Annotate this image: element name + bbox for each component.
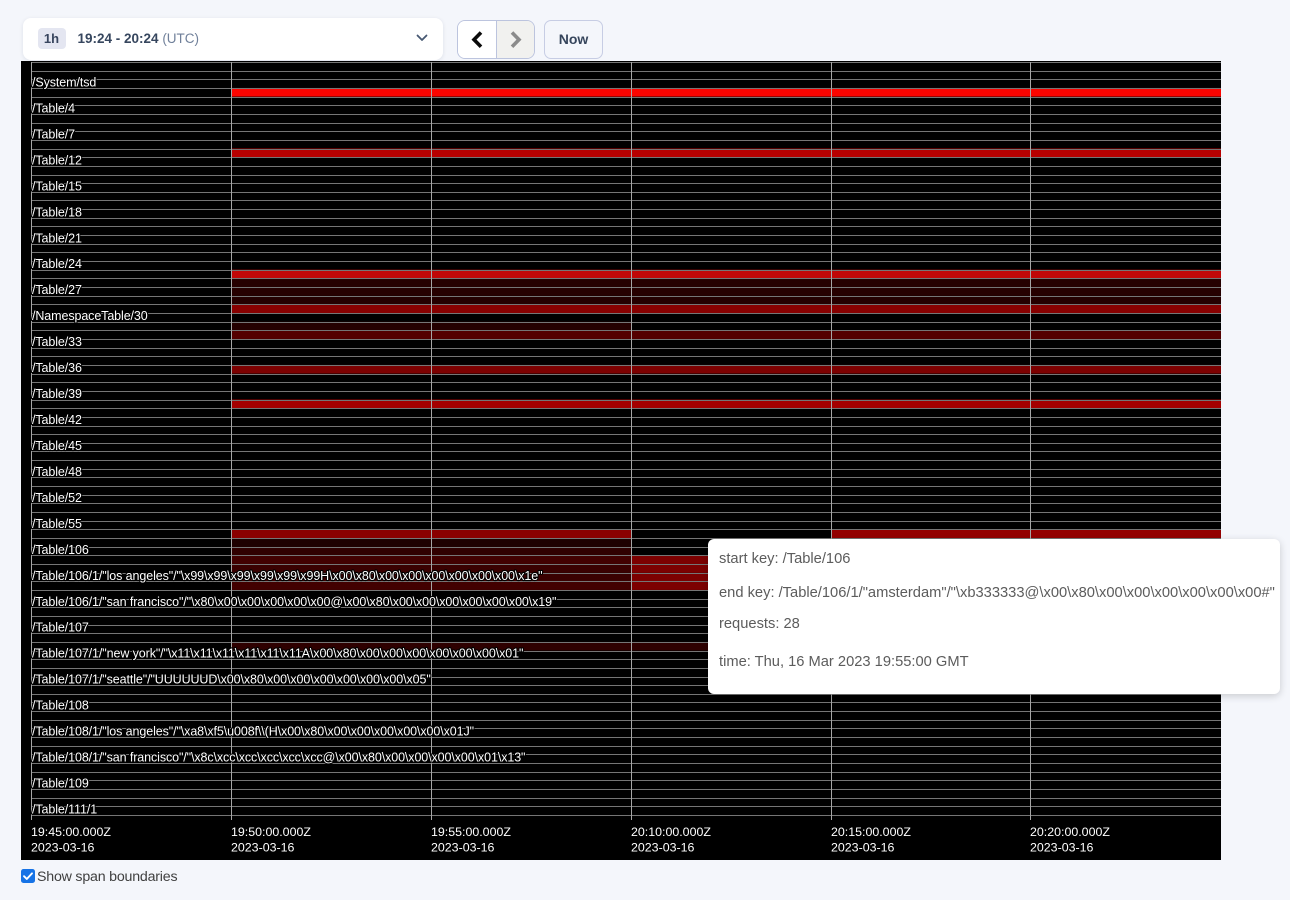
svg-text:/Table/52: /Table/52	[32, 491, 82, 505]
svg-text:/Table/21: /Table/21	[32, 231, 82, 245]
svg-text:/Table/107/1/"seattle"/"UUUUUU: /Table/107/1/"seattle"/"UUUUUUD\x00\x80\…	[32, 673, 431, 687]
svg-text:/NamespaceTable/30: /NamespaceTable/30	[32, 309, 148, 323]
svg-text:/Table/48: /Table/48	[32, 465, 82, 479]
svg-text:/Table/107/1/"new york"/"\x11\: /Table/107/1/"new york"/"\x11\x11\x11\x1…	[32, 647, 523, 661]
svg-text:/Table/36: /Table/36	[32, 361, 82, 375]
svg-text:20:15:00.000Z: 20:15:00.000Z	[831, 825, 911, 839]
svg-text:/Table/111/1: /Table/111/1	[32, 802, 97, 816]
svg-text:/Table/106/1/"san francisco"/": /Table/106/1/"san francisco"/"\x80\x00\x…	[32, 595, 556, 609]
svg-text:/Table/39: /Table/39	[32, 387, 82, 401]
svg-text:/Table/108/1/"los angeles"/"\x: /Table/108/1/"los angeles"/"\xa8\xf5\u00…	[32, 725, 474, 739]
svg-text:/System/tsd: /System/tsd	[32, 75, 96, 89]
svg-text:19:50:00.000Z: 19:50:00.000Z	[231, 825, 311, 839]
svg-text:/Table/55: /Table/55	[32, 517, 82, 531]
svg-text:2023-03-16: 2023-03-16	[431, 841, 494, 855]
svg-text:/Table/33: /Table/33	[32, 335, 82, 349]
svg-text:/Table/108/1/"san francisco"/": /Table/108/1/"san francisco"/"\x8c\xcc\x…	[32, 751, 525, 765]
svg-text:/Table/15: /Table/15	[32, 179, 82, 193]
svg-text:/Table/106/1/"los angeles"/"\x: /Table/106/1/"los angeles"/"\x99\x99\x99…	[32, 569, 542, 583]
svg-text:/Table/109: /Table/109	[32, 777, 89, 791]
svg-text:/Table/24: /Table/24	[32, 257, 82, 271]
svg-text:/Table/12: /Table/12	[32, 153, 82, 167]
svg-text:19:45:00.000Z: 19:45:00.000Z	[31, 825, 111, 839]
svg-text:20:10:00.000Z: 20:10:00.000Z	[631, 825, 711, 839]
svg-text:20:20:00.000Z: 20:20:00.000Z	[1030, 825, 1110, 839]
svg-text:/Table/108: /Table/108	[32, 699, 89, 713]
svg-text:2023-03-16: 2023-03-16	[231, 841, 294, 855]
svg-text:/Table/18: /Table/18	[32, 205, 82, 219]
svg-text:19:55:00.000Z: 19:55:00.000Z	[431, 825, 511, 839]
svg-text:/Table/42: /Table/42	[32, 413, 82, 427]
svg-text:2023-03-16: 2023-03-16	[631, 841, 694, 855]
svg-text:/Table/7: /Table/7	[32, 127, 75, 141]
svg-text:/Table/106: /Table/106	[32, 543, 89, 557]
svg-text:/Table/45: /Table/45	[32, 439, 82, 453]
svg-text:2023-03-16: 2023-03-16	[1030, 841, 1093, 855]
svg-text:2023-03-16: 2023-03-16	[31, 841, 94, 855]
svg-text:2023-03-16: 2023-03-16	[831, 841, 894, 855]
svg-text:/Table/4: /Table/4	[32, 101, 75, 115]
svg-text:/Table/107: /Table/107	[32, 621, 89, 635]
svg-text:/Table/27: /Table/27	[32, 283, 82, 297]
